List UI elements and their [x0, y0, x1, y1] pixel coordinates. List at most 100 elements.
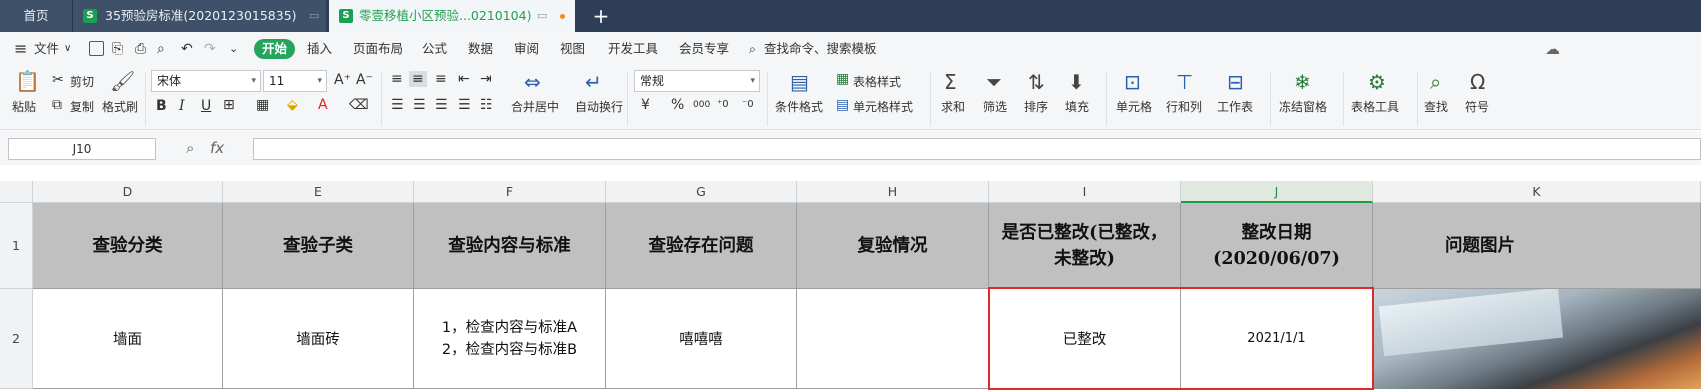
- find-icon[interactable]: ⌕: [1430, 71, 1441, 93]
- zoom-icon[interactable]: ⌕: [186, 139, 194, 157]
- cell-f2[interactable]: 1，检查内容与标准A 2，检查内容与标准B: [414, 289, 606, 389]
- formula-input[interactable]: [253, 138, 1701, 160]
- header-cell-photo[interactable]: 问题图片: [1373, 203, 1701, 289]
- menu-view[interactable]: 视图: [560, 40, 585, 58]
- align-bottom-icon[interactable]: ≡: [435, 71, 447, 87]
- menu-icon[interactable]: ≡: [14, 40, 27, 58]
- column-header-j[interactable]: J: [1181, 181, 1373, 203]
- fill-icon[interactable]: ⬇: [1068, 71, 1085, 93]
- tab-document-1[interactable]: S 35预验房标准(2020123015835) ▭: [72, 0, 326, 32]
- wrap-text-icon[interactable]: ↵: [585, 71, 602, 93]
- worksheet-button[interactable]: 工作表: [1217, 98, 1253, 115]
- conditional-format-icon[interactable]: ▤: [790, 71, 809, 93]
- more-icon[interactable]: ⌄: [229, 40, 238, 58]
- header-cell-issue[interactable]: 查验存在问题: [606, 203, 797, 289]
- save-icon[interactable]: [89, 41, 104, 56]
- name-box[interactable]: J10: [8, 138, 156, 160]
- filter-button[interactable]: 筛选: [983, 98, 1007, 115]
- shading-icon[interactable]: ▦: [256, 97, 269, 113]
- new-tab-button[interactable]: +: [583, 3, 619, 29]
- menu-file[interactable]: 文件: [34, 40, 59, 58]
- column-header-h[interactable]: H: [797, 181, 989, 203]
- align-right-icon[interactable]: ☰: [435, 97, 448, 113]
- rows-cols-icon[interactable]: ⊤: [1176, 71, 1193, 93]
- filter-icon[interactable]: ⏷: [986, 71, 1002, 93]
- menu-data[interactable]: 数据: [468, 40, 493, 58]
- italic-button[interactable]: I: [179, 98, 185, 114]
- sum-button[interactable]: 求和: [941, 98, 965, 115]
- menu-member[interactable]: 会员专享: [679, 40, 729, 58]
- export-icon[interactable]: ⎘: [112, 40, 123, 58]
- table-tools-button[interactable]: 表格工具: [1351, 98, 1399, 115]
- column-header-i[interactable]: I: [989, 181, 1181, 203]
- wrap-text-button[interactable]: 自动换行: [575, 98, 623, 115]
- merge-center-icon[interactable]: ⇔: [524, 71, 541, 93]
- border-icon[interactable]: ⊞: [223, 97, 235, 113]
- header-cell-rectify-date[interactable]: 整改日期(2020/06/07): [1181, 203, 1373, 289]
- format-painter-icon[interactable]: 🖌: [110, 70, 135, 92]
- paste-icon[interactable]: 📋: [15, 70, 40, 92]
- print-preview-icon[interactable]: ⌕: [157, 40, 165, 58]
- cell-g2[interactable]: 嘻嘻嘻: [606, 289, 797, 389]
- number-format-select[interactable]: 常规 ▾: [634, 70, 760, 92]
- function-icon[interactable]: fx: [210, 139, 224, 157]
- tab-document-2[interactable]: S 零壹移植小区预验...0210104) ▭: [329, 0, 575, 32]
- cell-e2[interactable]: 墙面砖: [223, 289, 414, 389]
- freeze-button[interactable]: 冻结窗格: [1279, 98, 1327, 115]
- rows-cols-button[interactable]: 行和列: [1166, 98, 1202, 115]
- tab-home[interactable]: 首页: [0, 0, 72, 32]
- currency-button[interactable]: ¥: [641, 97, 650, 113]
- undo-icon[interactable]: ↶: [181, 40, 193, 58]
- header-cell-standard[interactable]: 查验内容与标准: [414, 203, 606, 289]
- menu-formula[interactable]: 公式: [422, 40, 447, 58]
- decrease-font-icon[interactable]: A⁻: [356, 72, 373, 88]
- column-header-d[interactable]: D: [33, 181, 223, 203]
- table-tools-icon[interactable]: ⚙: [1368, 71, 1386, 93]
- column-header-e[interactable]: E: [223, 181, 414, 203]
- menu-start[interactable]: 开始: [254, 39, 296, 59]
- sum-icon[interactable]: Σ: [944, 71, 957, 93]
- menu-insert[interactable]: 插入: [307, 40, 332, 58]
- column-header-f[interactable]: F: [414, 181, 606, 203]
- cell-h2[interactable]: [797, 289, 989, 389]
- font-size-select[interactable]: 11 ▾: [263, 70, 327, 92]
- header-cell-category[interactable]: 查验分类: [33, 203, 223, 289]
- menu-page-layout[interactable]: 页面布局: [353, 40, 403, 58]
- increase-decimal-icon[interactable]: ⁺0: [717, 97, 729, 113]
- indent-decrease-icon[interactable]: ⇤: [458, 71, 470, 87]
- underline-button[interactable]: U: [201, 98, 211, 114]
- redo-icon[interactable]: ↷: [204, 40, 216, 58]
- print-icon[interactable]: ⎙: [135, 40, 146, 58]
- cell-style-button[interactable]: 单元格样式: [853, 98, 913, 115]
- fill-color-icon[interactable]: ⬙: [287, 97, 298, 113]
- bold-button[interactable]: B: [156, 98, 167, 114]
- fill-button[interactable]: 填充: [1065, 98, 1089, 115]
- clear-format-icon[interactable]: ⌫: [349, 97, 369, 113]
- paste-button[interactable]: 粘贴: [12, 98, 36, 115]
- indent-increase-icon[interactable]: ⇥: [480, 71, 492, 87]
- justify-icon[interactable]: ☰: [458, 97, 471, 113]
- select-all-corner[interactable]: [0, 181, 33, 203]
- distributed-icon[interactable]: ☷: [480, 97, 493, 113]
- format-painter-button[interactable]: 格式刷: [102, 98, 138, 115]
- font-color-icon[interactable]: A: [318, 97, 328, 113]
- chevron-down-icon[interactable]: ∨: [64, 40, 71, 58]
- sort-button[interactable]: 排序: [1024, 98, 1048, 115]
- align-left-icon[interactable]: ☰: [391, 97, 404, 113]
- worksheet-icon[interactable]: ⊟: [1227, 71, 1244, 93]
- find-button[interactable]: 查找: [1424, 98, 1448, 115]
- header-cell-subcategory[interactable]: 查验子类: [223, 203, 414, 289]
- cloud-icon[interactable]: ☁: [1545, 40, 1560, 58]
- symbol-button[interactable]: 符号: [1465, 98, 1489, 115]
- align-middle-icon[interactable]: ≡: [409, 71, 427, 87]
- increase-font-icon[interactable]: A⁺: [334, 72, 351, 88]
- header-cell-rectified[interactable]: 是否已整改(已整改，未整改): [989, 203, 1181, 289]
- align-center-icon[interactable]: ☰: [413, 97, 426, 113]
- thousands-button[interactable]: 000: [693, 97, 710, 113]
- header-cell-reinspection[interactable]: 复验情况: [797, 203, 989, 289]
- column-header-k[interactable]: K: [1373, 181, 1701, 203]
- cut-button[interactable]: 剪切: [70, 73, 94, 90]
- menu-review[interactable]: 审阅: [514, 40, 539, 58]
- column-header-g[interactable]: G: [606, 181, 797, 203]
- align-top-icon[interactable]: ≡: [391, 71, 403, 87]
